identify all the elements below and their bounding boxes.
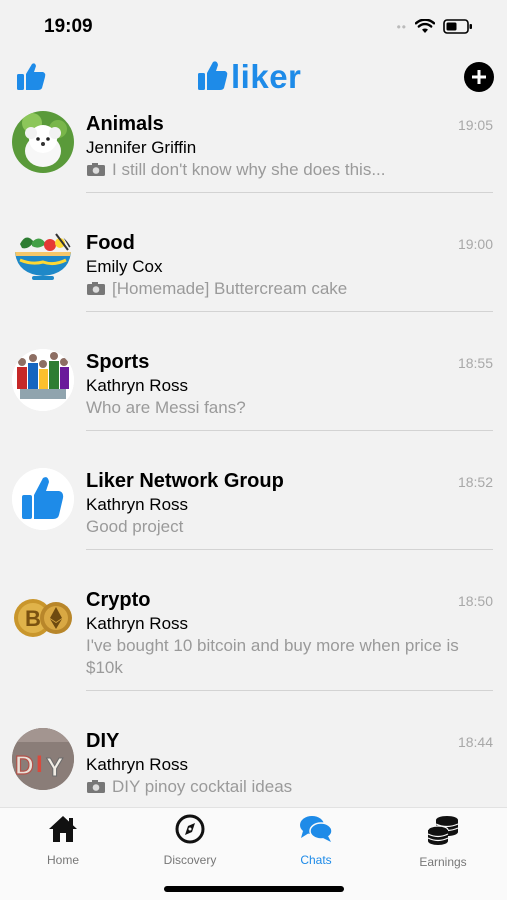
chat-time: 18:52 [457, 474, 493, 490]
divider [86, 311, 493, 312]
tab-label: Earnings [419, 855, 467, 869]
chat-preview: Good project [86, 516, 491, 538]
status-icons: •• [397, 19, 473, 34]
wifi-icon [415, 19, 435, 33]
chat-time: 18:55 [457, 355, 493, 371]
animals-avatar [12, 111, 74, 173]
logo-text: liker [231, 57, 302, 95]
add-chat-button[interactable] [464, 62, 494, 92]
tab-label: Discovery [163, 853, 217, 867]
tab-home[interactable]: Home [13, 814, 113, 867]
chat-preview-text: Good project [86, 517, 184, 536]
app-logo: liker [195, 59, 301, 93]
divider [86, 549, 493, 550]
logo-thumbs-up-icon [198, 61, 228, 90]
chat-preview: DIY pinoy cocktail ideas [86, 776, 491, 798]
divider [86, 192, 493, 193]
liker-group-avatar [12, 468, 74, 530]
chat-preview-text: DIY pinoy cocktail ideas [112, 777, 293, 796]
chat-preview-text: I've bought 10 bitcoin and buy more when… [86, 636, 459, 677]
chat-author: Kathryn Ross [86, 495, 189, 514]
chat-preview-text: I still don't know why she does this... [112, 160, 386, 179]
chat-author: Emily Cox [86, 257, 163, 276]
chat-preview: Who are Messi fans? [86, 397, 491, 419]
svg-text:Y: Y [46, 752, 63, 782]
like-button[interactable] [14, 60, 48, 99]
crypto-avatar: B [12, 587, 74, 649]
camera-icon [87, 163, 105, 176]
chat-time: 18:44 [457, 734, 493, 750]
status-time: 19:09 [44, 16, 93, 37]
sports-avatar [12, 349, 74, 411]
app-header: liker [0, 52, 507, 104]
signal-dots-icon: •• [396, 19, 407, 34]
chat-preview: I've bought 10 bitcoin and buy more when… [86, 635, 491, 679]
tab-discovery[interactable]: Discovery [140, 814, 240, 867]
tab-chats[interactable]: Chats [266, 814, 366, 867]
svg-text:D: D [15, 750, 34, 780]
chat-item-crypto[interactable]: B Crypto 18:50 Kathryn Ross I've bought … [0, 580, 507, 721]
thumbs-up-icon [17, 63, 46, 90]
chat-item-food[interactable]: Food 19:00 Emily Cox [Homemade] Buttercr… [0, 223, 507, 342]
chat-title: Animals [86, 113, 164, 135]
camera-icon [87, 282, 105, 295]
tab-label: Home [46, 853, 79, 867]
chat-author: Kathryn Ross [86, 755, 189, 774]
battery-icon [443, 19, 472, 34]
chat-time: 19:00 [457, 236, 493, 252]
chat-bubbles-icon [300, 816, 333, 842]
chat-time: 19:05 [457, 117, 493, 133]
chat-preview-text: Who are Messi fans? [86, 398, 246, 417]
chat-item-sports[interactable]: Sports 18:55 Kathryn Ross Who are Messi … [0, 342, 507, 461]
status-bar: 19:09 •• [0, 0, 507, 52]
camera-icon [87, 780, 105, 793]
chat-time: 18:50 [457, 593, 493, 609]
chat-title: Food [86, 232, 135, 254]
chat-title: Crypto [86, 589, 151, 611]
divider [86, 690, 493, 691]
chat-preview: [Homemade] Buttercream cake [86, 278, 491, 300]
chat-author: Kathryn Ross [86, 376, 189, 395]
tab-label: Chats [300, 853, 332, 867]
divider [86, 430, 493, 431]
chat-list[interactable]: Animals 19:05 Jennifer Griffin I still d… [0, 104, 507, 807]
tab-earnings[interactable]: Earnings [393, 814, 493, 869]
chat-title: Liker Network Group [86, 470, 284, 492]
chat-title: Sports [86, 351, 150, 373]
chat-author: Jennifer Griffin [86, 138, 197, 157]
home-indicator [164, 886, 344, 892]
svg-text:B: B [25, 606, 41, 631]
compass-icon [175, 814, 205, 844]
svg-text:I: I [36, 751, 43, 778]
diy-avatar: D I Y [12, 728, 74, 790]
chat-preview: I still don't know why she does this... [86, 159, 491, 181]
chat-item-diy[interactable]: D I Y DIY 18:44 Kathryn Ross DIY pinoy c… [0, 721, 507, 807]
chat-title: DIY [86, 730, 120, 752]
food-avatar [12, 230, 74, 292]
chat-preview-text: [Homemade] Buttercream cake [112, 279, 348, 298]
chat-author: Kathryn Ross [86, 614, 189, 633]
chat-item-liker-network-group[interactable]: Liker Network Group 18:52 Kathryn Ross G… [0, 461, 507, 580]
plus-icon [472, 70, 486, 84]
chat-item-animals[interactable]: Animals 19:05 Jennifer Griffin I still d… [0, 104, 507, 223]
coins-icon [427, 816, 459, 845]
home-icon [49, 816, 77, 842]
